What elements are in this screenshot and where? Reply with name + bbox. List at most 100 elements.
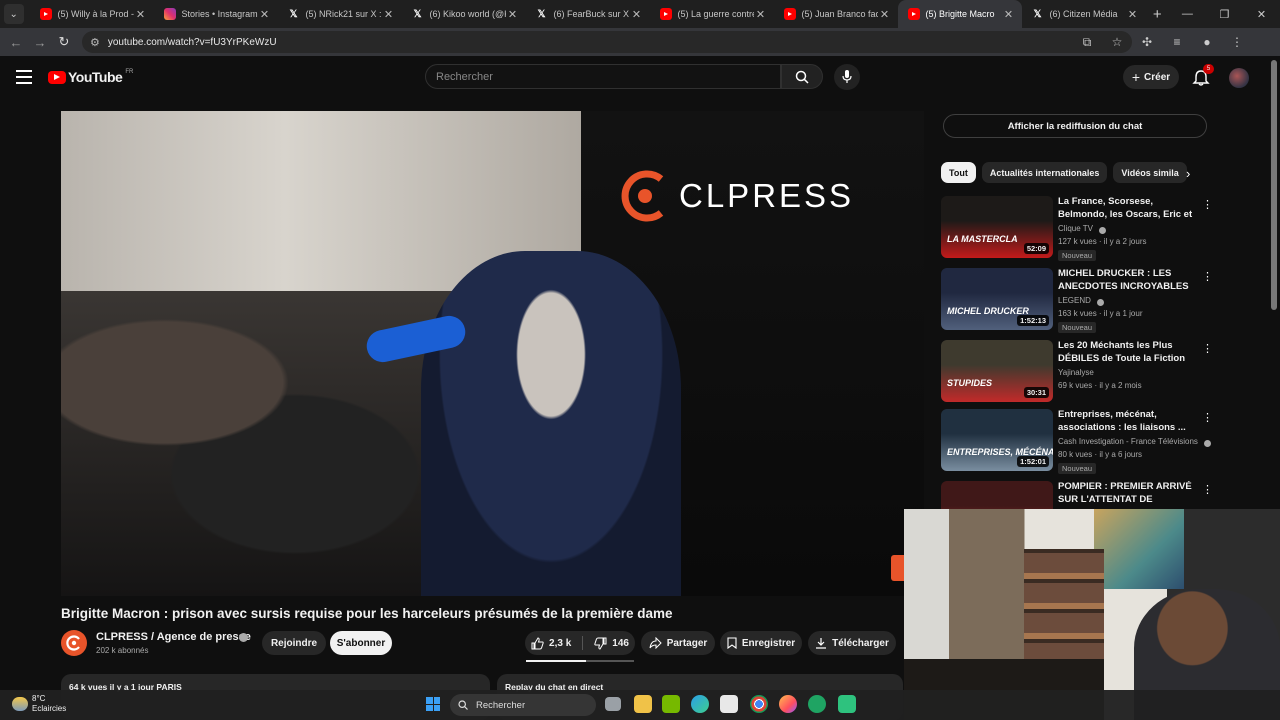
windows-start-icon[interactable]: [426, 697, 440, 711]
close-tab-icon[interactable]: ✕: [258, 8, 272, 21]
close-tab-icon[interactable]: ✕: [754, 8, 768, 21]
close-tab-icon[interactable]: ✕: [630, 8, 644, 21]
browser-tab[interactable]: (5) La guerre contre ✕: [650, 0, 774, 28]
task-view-icon[interactable]: [605, 697, 621, 711]
chevron-right-icon[interactable]: ›: [1186, 166, 1190, 181]
microsoft-store-icon[interactable]: [720, 695, 738, 713]
subscribe-button[interactable]: S'abonner: [330, 631, 392, 655]
youtube-icon: [659, 8, 672, 20]
more-options-icon[interactable]: ⋮: [1202, 342, 1213, 355]
close-window-button[interactable]: ✕: [1243, 8, 1280, 21]
like-button[interactable]: 2,3 k: [531, 636, 572, 650]
new-badge: Nouveau: [1058, 322, 1097, 333]
tab-title: (6) FearBuck sur X : ": [553, 9, 630, 19]
file-explorer-icon[interactable]: [634, 695, 652, 713]
download-button[interactable]: Télécharger: [808, 631, 896, 655]
recommended-video[interactable]: STUPIDES 30:31 Les 20 Méchants les Plus DÉ…: [941, 340, 1213, 404]
video-player[interactable]: CLPRESS: [61, 111, 924, 596]
browser-tab[interactable]: (5) Willy à la Prod - Y✕: [30, 0, 154, 28]
more-options-icon[interactable]: ⋮: [1202, 483, 1213, 496]
bookmark-star-icon[interactable]: ☆: [1102, 35, 1132, 49]
more-options-icon[interactable]: ⋮: [1202, 411, 1213, 424]
browser-tab[interactable]: Stories • Instagram ✕: [154, 0, 278, 28]
youtube-logo[interactable]: YouTube FR: [48, 69, 133, 85]
channel-avatar[interactable]: [61, 630, 87, 656]
account-avatar[interactable]: [1229, 68, 1249, 88]
close-tab-icon[interactable]: ✕: [878, 8, 892, 21]
minimize-button[interactable]: —: [1169, 8, 1206, 20]
recommended-video[interactable]: ENTREPRISES, MÉCÉNAT 1:52:01 Entreprises, …: [941, 409, 1213, 474]
channel-branding-corner[interactable]: [891, 555, 905, 581]
like-count: 2,3 k: [549, 637, 572, 649]
save-button[interactable]: Enregistrer: [720, 631, 802, 655]
create-label: Créer: [1144, 71, 1171, 83]
browser-tab[interactable]: 𝕏 (5) NRick21 sur X : " ✕: [278, 0, 402, 28]
browser-tab[interactable]: 𝕏 (6) FearBuck sur X : "✕: [526, 0, 650, 28]
more-options-icon[interactable]: ⋮: [1202, 198, 1213, 211]
dislike-button[interactable]: 146: [594, 637, 629, 650]
back-button[interactable]: ←: [4, 35, 28, 50]
extensions-icon[interactable]: ✣: [1132, 35, 1162, 49]
video-thumbnail[interactable]: ENTREPRISES, MÉCÉNAT 1:52:01: [941, 409, 1053, 471]
forward-button[interactable]: →: [28, 35, 52, 50]
browser-tab[interactable]: (5) Brigitte Macro ✕: [897, 0, 1022, 28]
install-app-icon[interactable]: ⧉: [1072, 35, 1102, 50]
close-tab-icon[interactable]: ✕: [1002, 8, 1016, 21]
recommended-video-title: Entreprises, mécénat, associations : les…: [1058, 409, 1186, 433]
profile-icon[interactable]: ●: [1192, 35, 1222, 49]
search-button[interactable]: [781, 64, 823, 89]
firefox-icon[interactable]: [779, 695, 797, 713]
join-button[interactable]: Rejoindre: [262, 631, 326, 655]
filter-chip[interactable]: Vidéos simila: [1113, 162, 1187, 183]
maximize-button[interactable]: ❐: [1206, 8, 1243, 21]
show-chat-replay-button[interactable]: Afficher la rediffusion du chat: [943, 114, 1207, 138]
close-tab-icon[interactable]: ✕: [382, 8, 396, 21]
more-options-icon[interactable]: ⋮: [1202, 270, 1213, 283]
browser-tab[interactable]: (5) Juan Branco face ✕: [774, 0, 898, 28]
media-control-icon[interactable]: ≡: [1162, 35, 1192, 49]
close-tab-icon[interactable]: ✕: [1126, 8, 1140, 21]
x-icon: 𝕏: [1033, 8, 1042, 20]
video-thumbnail[interactable]: STUPIDES 30:31: [941, 340, 1053, 402]
close-tab-icon[interactable]: ✕: [134, 8, 148, 21]
share-button[interactable]: Partager: [641, 631, 715, 655]
browser-menu-icon[interactable]: ⋮: [1222, 35, 1252, 49]
video-duration: 52:09: [1023, 243, 1049, 254]
hamburger-menu-icon[interactable]: [16, 70, 32, 84]
tab-title: (5) NRick21 sur X : ": [305, 9, 382, 19]
browser-tab[interactable]: 𝕏 (6) Kikoo world (@Ki ✕: [402, 0, 526, 28]
voice-search-button[interactable]: [834, 64, 860, 90]
taskbar-search-input[interactable]: Rechercher: [450, 694, 596, 716]
weather-widget[interactable]: 8°C Eclaircies: [12, 694, 66, 714]
recommended-video-title: MICHEL DRUCKER : LES ANECDOTES INCROYABL…: [1058, 268, 1189, 292]
new-badge: Nouveau: [1058, 250, 1097, 261]
page-scrollbar[interactable]: [1271, 60, 1277, 310]
reload-button[interactable]: ↻: [52, 34, 76, 50]
video-thumbnail[interactable]: LA MASTERCLA 52:09: [941, 196, 1053, 258]
nvidia-icon[interactable]: [662, 695, 680, 713]
address-bar[interactable]: ⚙ youtube.com/watch?v=fU3YrPKeWzU ⧉ ☆: [82, 31, 1132, 53]
search-input[interactable]: Rechercher: [425, 64, 781, 89]
app-icon[interactable]: [808, 695, 826, 713]
chrome-icon[interactable]: [750, 695, 768, 713]
video-duration: 30:31: [1023, 387, 1049, 398]
close-tab-icon[interactable]: ✕: [506, 8, 520, 21]
site-info-icon[interactable]: ⚙: [90, 36, 100, 49]
recommended-video[interactable]: MICHEL DRUCKER 1:52:13 MICHEL DRUCKER : LE…: [941, 268, 1213, 333]
country-code: FR: [125, 69, 134, 75]
tab-title: (6) Kikoo world (@Ki: [429, 9, 506, 19]
tab-search-button[interactable]: ⌄: [4, 4, 24, 24]
new-tab-button[interactable]: +: [1146, 6, 1169, 23]
browser-tab[interactable]: 𝕏 (6) Citizen Média ✕: [1022, 0, 1146, 28]
edge-icon[interactable]: [691, 695, 709, 713]
recommended-video-title: La France, Scorsese, Belmondo, les Oscar…: [1058, 196, 1193, 220]
channel-name[interactable]: CLPRESS / Agence de presse: [96, 631, 251, 643]
filter-chip[interactable]: Tout: [941, 162, 976, 183]
video-thumbnail[interactable]: MICHEL DRUCKER 1:52:13: [941, 268, 1053, 330]
recommended-video[interactable]: LA MASTERCLA 52:09 La France, Scorsese, Be…: [941, 196, 1213, 261]
chat-app-icon[interactable]: [838, 695, 856, 713]
download-label: Télécharger: [832, 637, 889, 649]
create-button[interactable]: + Créer: [1123, 65, 1179, 89]
filter-chip[interactable]: Actualités internationales: [981, 162, 1108, 183]
taskbar-search-placeholder: Rechercher: [476, 699, 526, 711]
